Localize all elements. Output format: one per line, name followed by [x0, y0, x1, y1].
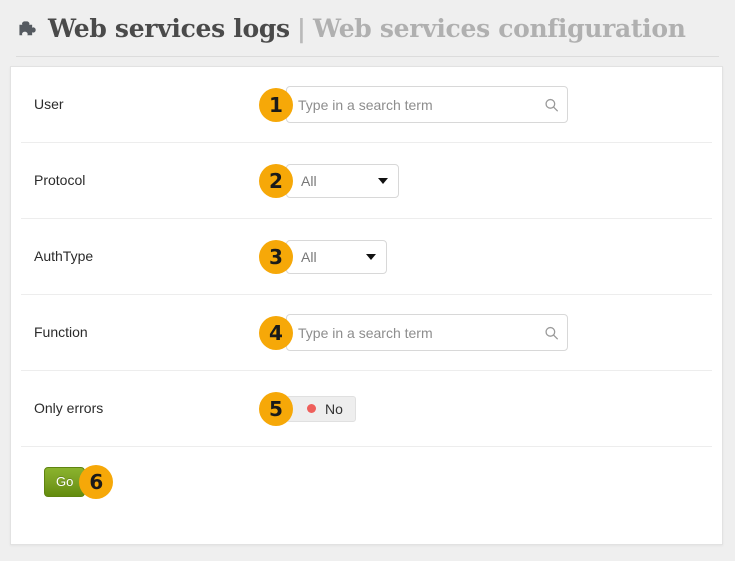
search-icon[interactable] [544, 97, 559, 112]
puzzle-piece-icon [16, 18, 41, 43]
only-errors-toggle-wrap: No [286, 396, 356, 422]
authtype-select[interactable]: All [286, 240, 387, 274]
field-user: 1 [259, 86, 712, 123]
field-function: 4 [259, 314, 712, 351]
authtype-select-value: All [301, 249, 358, 265]
step-badge-3: 3 [259, 240, 293, 274]
form-footer: Go 6 [21, 447, 712, 499]
page-title-main: Web services logs [48, 14, 290, 43]
chevron-down-icon [366, 254, 376, 260]
user-search-wrap [286, 86, 568, 123]
form-row-function: Function 4 [21, 295, 712, 371]
field-protocol: 2 All [259, 164, 712, 198]
step-badge-4: 4 [259, 316, 293, 350]
authtype-select-wrap: All [286, 240, 387, 274]
only-errors-toggle[interactable]: No [286, 396, 356, 422]
search-icon[interactable] [544, 325, 559, 340]
step-badge-6: 6 [79, 465, 113, 499]
label-authtype: AuthType [34, 248, 259, 265]
step-badge-5: 5 [259, 392, 293, 426]
status-dot-icon [307, 404, 316, 413]
step-badge-2: 2 [259, 164, 293, 198]
only-errors-toggle-label: No [325, 401, 343, 417]
label-function: Function [34, 324, 259, 341]
form-row-protocol: Protocol 2 All [21, 143, 712, 219]
function-search-input[interactable] [286, 314, 568, 351]
protocol-select-wrap: All [286, 164, 399, 198]
step-badge-1: 1 [259, 88, 293, 122]
page-title: Web services logs | Web services configu… [16, 14, 686, 43]
function-search-wrap [286, 314, 568, 351]
field-only-errors: 5 No [259, 392, 712, 426]
form-row-only-errors: Only errors 5 No [21, 371, 712, 447]
page-header: Web services logs | Web services configu… [0, 0, 735, 57]
form-row-user: User 1 [21, 67, 712, 143]
page-title-sub: Web services configuration [313, 14, 686, 43]
chevron-down-icon [378, 178, 388, 184]
label-protocol: Protocol [34, 172, 259, 189]
filter-form: User 1 Protocol 2 [11, 67, 722, 499]
page-title-separator: | [290, 14, 313, 43]
field-authtype: 3 All [259, 240, 712, 274]
label-user: User [34, 96, 259, 113]
filter-form-card: User 1 Protocol 2 [10, 66, 723, 545]
form-row-authtype: AuthType 3 All [21, 219, 712, 295]
label-only-errors: Only errors [34, 400, 259, 417]
protocol-select[interactable]: All [286, 164, 399, 198]
user-search-input[interactable] [286, 86, 568, 123]
protocol-select-value: All [301, 173, 370, 189]
